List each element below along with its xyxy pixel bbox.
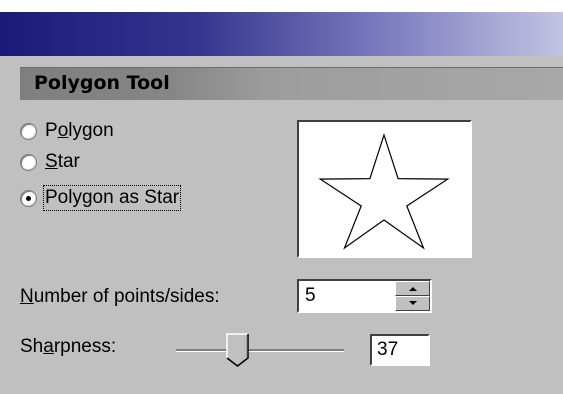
- radio-polygon-as-star[interactable]: Polygon as Star: [20, 185, 182, 211]
- sharpness-label: Sharpness:: [20, 336, 117, 357]
- radio-star[interactable]: Star: [20, 149, 80, 175]
- shape-preview: [297, 120, 472, 258]
- radio-polygon-button[interactable]: [20, 122, 37, 140]
- star-shape-icon: [318, 133, 450, 250]
- radio-star-button[interactable]: [20, 153, 37, 171]
- window-title-bar[interactable]: [0, 12, 563, 56]
- points-spinner[interactable]: [395, 281, 430, 311]
- radio-polygon-as-star-button[interactable]: [20, 189, 37, 207]
- points-label: Number of points/sides:: [20, 286, 220, 307]
- arrow-up-icon[interactable]: [395, 281, 430, 296]
- section-header: Polygon Tool: [20, 67, 563, 100]
- arrow-down-icon[interactable]: [395, 296, 430, 311]
- radio-polygon-as-star-label: Polygon as Star: [42, 185, 182, 211]
- panel-title: Polygon Tool: [34, 72, 170, 94]
- sharpness-slider-track[interactable]: [176, 349, 344, 352]
- sharpness-slider-thumb[interactable]: [226, 333, 250, 367]
- radio-polygon[interactable]: Polygon: [20, 118, 114, 144]
- sharpness-value[interactable]: 37: [370, 334, 430, 366]
- radio-star-label: Star: [45, 151, 80, 172]
- window-top-edge: [0, 0, 563, 12]
- radio-polygon-label: Polygon: [45, 120, 114, 141]
